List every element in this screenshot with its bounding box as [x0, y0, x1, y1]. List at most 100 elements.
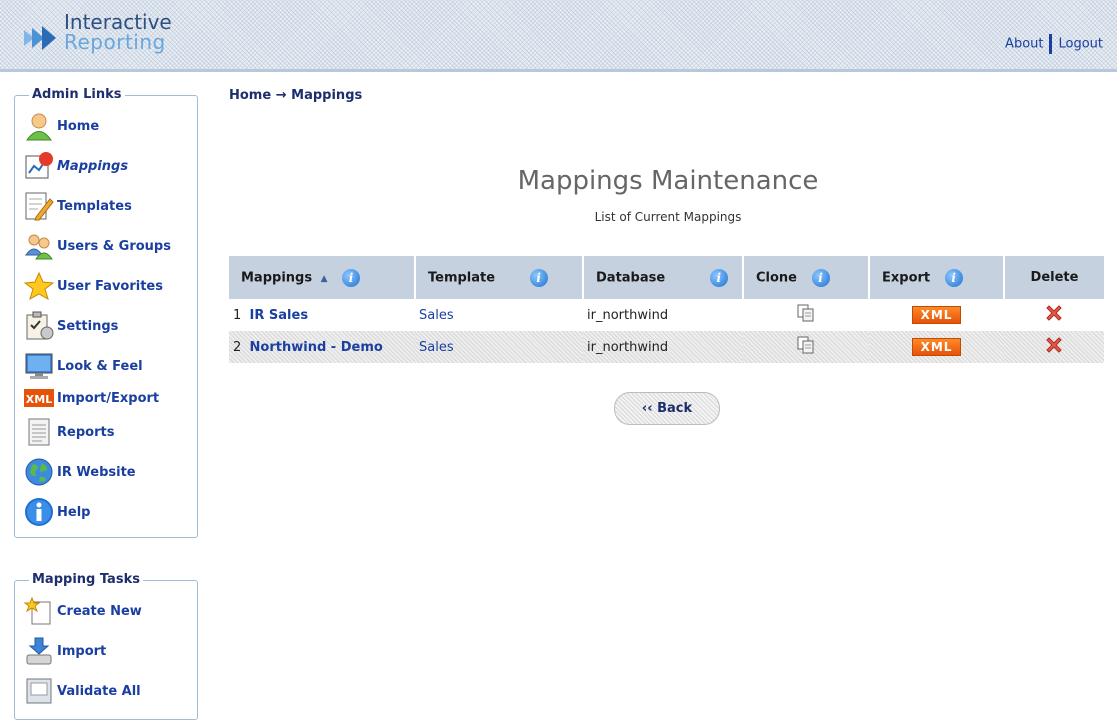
template-link[interactable]: Sales [419, 308, 454, 323]
mapping-name-link[interactable]: Northwind - Demo [250, 340, 383, 355]
sidebar-item-ir-website[interactable]: IR Website [23, 456, 136, 488]
users-groups-icon [23, 230, 55, 262]
page-header: Interactive Reporting About Logout [0, 0, 1117, 72]
mapping-name-link[interactable]: IR Sales [250, 308, 309, 323]
sidebar-item-templates[interactable]: Templates [23, 190, 132, 222]
clone-cell [743, 331, 869, 363]
clone-icon[interactable] [797, 336, 815, 358]
mapping-tasks-title: Mapping Tasks [29, 572, 143, 588]
logout-link[interactable]: Logout [1058, 37, 1103, 52]
xml-icon: XML [23, 382, 55, 414]
import-icon [23, 635, 55, 667]
sidebar-item-users-groups[interactable]: Users & Groups [23, 230, 171, 262]
sidebar-item-look-feel[interactable]: Look & Feel [23, 350, 143, 382]
template-link[interactable]: Sales [419, 340, 454, 355]
admin-links-panel: Admin Links Home Mappings Templates User… [14, 87, 198, 538]
sidebar-item-help[interactable]: Help [23, 496, 90, 528]
mapping-cell: 2 Northwind - Demo [229, 331, 415, 363]
database-cell: ir_northwind [583, 331, 743, 363]
sidebar-item-validate-all[interactable]: Validate All [23, 675, 141, 707]
clone-icon[interactable] [797, 304, 815, 326]
column-header-label: Template [428, 270, 496, 285]
page-title: Mappings Maintenance [517, 166, 819, 196]
globe-icon [23, 456, 55, 488]
column-header-label: Delete [1030, 270, 1079, 285]
user-icon [23, 110, 55, 142]
delete-cell [1004, 299, 1104, 331]
logo-text-line2: Reporting [64, 30, 166, 54]
template-edit-icon [23, 190, 55, 222]
logo-arrows-icon [24, 26, 56, 50]
info-icon[interactable]: i [342, 268, 361, 287]
mappings-chart-icon [23, 150, 55, 182]
sidebar-item-label: Reports [57, 424, 115, 440]
clone-cell [743, 299, 869, 331]
info-icon[interactable]: i [709, 268, 728, 287]
column-header-label: Mappings [241, 270, 313, 285]
sidebar-item-user-favorites[interactable]: User Favorites [23, 270, 163, 302]
table-row: 2 Northwind - Demo Sales ir_northwind XM… [229, 331, 1104, 363]
mappings-table: Mappings ▲ i Template i Database i Clone… [229, 256, 1104, 363]
info-icon [23, 496, 55, 528]
column-header-database[interactable]: Database i [582, 256, 743, 299]
row-number: 1 [233, 307, 242, 323]
sidebar-item-label: Import [57, 643, 107, 659]
sidebar-item-label: Import/Export [57, 390, 160, 406]
breadcrumb: Home → Mappings [229, 88, 362, 103]
admin-links-title: Admin Links [29, 87, 125, 103]
export-xml-button[interactable]: XML [911, 306, 962, 324]
sidebar-item-label: User Favorites [57, 278, 163, 294]
sidebar-item-mappings[interactable]: Mappings [23, 150, 128, 182]
validate-icon [23, 675, 55, 707]
back-button[interactable]: ‹‹ Back [614, 392, 720, 425]
export-cell: XML [869, 299, 1004, 331]
sidebar-item-label: Mappings [57, 158, 129, 174]
column-header-label: Export [882, 270, 931, 285]
breadcrumb-home-link[interactable]: Home [229, 88, 271, 103]
sidebar-item-create-new[interactable]: Create New [23, 595, 142, 627]
delete-icon[interactable] [1044, 337, 1064, 359]
sidebar-item-label: Templates [57, 198, 132, 214]
settings-clipboard-icon [23, 310, 55, 342]
database-cell: ir_northwind [587, 307, 669, 323]
breadcrumb-arrow: → [275, 88, 287, 103]
sidebar-item-label: IR Website [57, 464, 136, 480]
column-header-clone: Clone i [742, 256, 869, 299]
sidebar-item-label: Home [57, 118, 100, 134]
star-icon [23, 270, 55, 302]
export-xml-button[interactable]: XML [911, 338, 962, 356]
template-cell: Sales [415, 331, 583, 363]
sidebar-item-import[interactable]: Import [23, 635, 106, 667]
column-header-label: Database [596, 270, 666, 285]
sidebar-item-label: Validate All [57, 683, 141, 699]
report-document-icon [23, 416, 55, 448]
top-nav: About Logout [1005, 34, 1103, 54]
sidebar-item-home[interactable]: Home [23, 110, 99, 142]
delete-icon[interactable] [1044, 305, 1064, 327]
sidebar-item-import-export[interactable]: XML Import/Export [23, 382, 159, 414]
template-cell: Sales [415, 299, 583, 331]
sidebar-item-settings[interactable]: Settings [23, 310, 118, 342]
mapping-cell: 1 IR Sales [229, 299, 415, 331]
info-icon[interactable]: i [529, 268, 548, 287]
table-header-row: Mappings ▲ i Template i Database i Clone… [229, 256, 1104, 299]
export-cell: XML [869, 331, 1004, 363]
page-subtitle: List of Current Mappings [594, 210, 742, 224]
info-icon[interactable]: i [944, 268, 963, 287]
column-header-label: Clone [756, 270, 797, 285]
delete-cell [1004, 331, 1104, 363]
about-link[interactable]: About [1005, 37, 1043, 52]
column-header-template[interactable]: Template i [414, 256, 583, 299]
table-row: 1 IR Sales Sales ir_northwind XML [229, 299, 1104, 331]
sidebar-item-label: Look & Feel [57, 358, 143, 374]
info-icon[interactable]: i [811, 268, 830, 287]
sidebar-item-label: Help [57, 504, 91, 520]
column-header-export: Export i [868, 256, 1004, 299]
svg-text:XML: XML [26, 393, 52, 406]
logo-text-line1: Interactive [64, 10, 172, 34]
header-divider [0, 69, 1117, 72]
column-header-mappings[interactable]: Mappings ▲ i [229, 256, 415, 299]
breadcrumb-current: Mappings [291, 88, 363, 103]
nav-divider [1049, 34, 1053, 54]
sidebar-item-reports[interactable]: Reports [23, 416, 114, 448]
